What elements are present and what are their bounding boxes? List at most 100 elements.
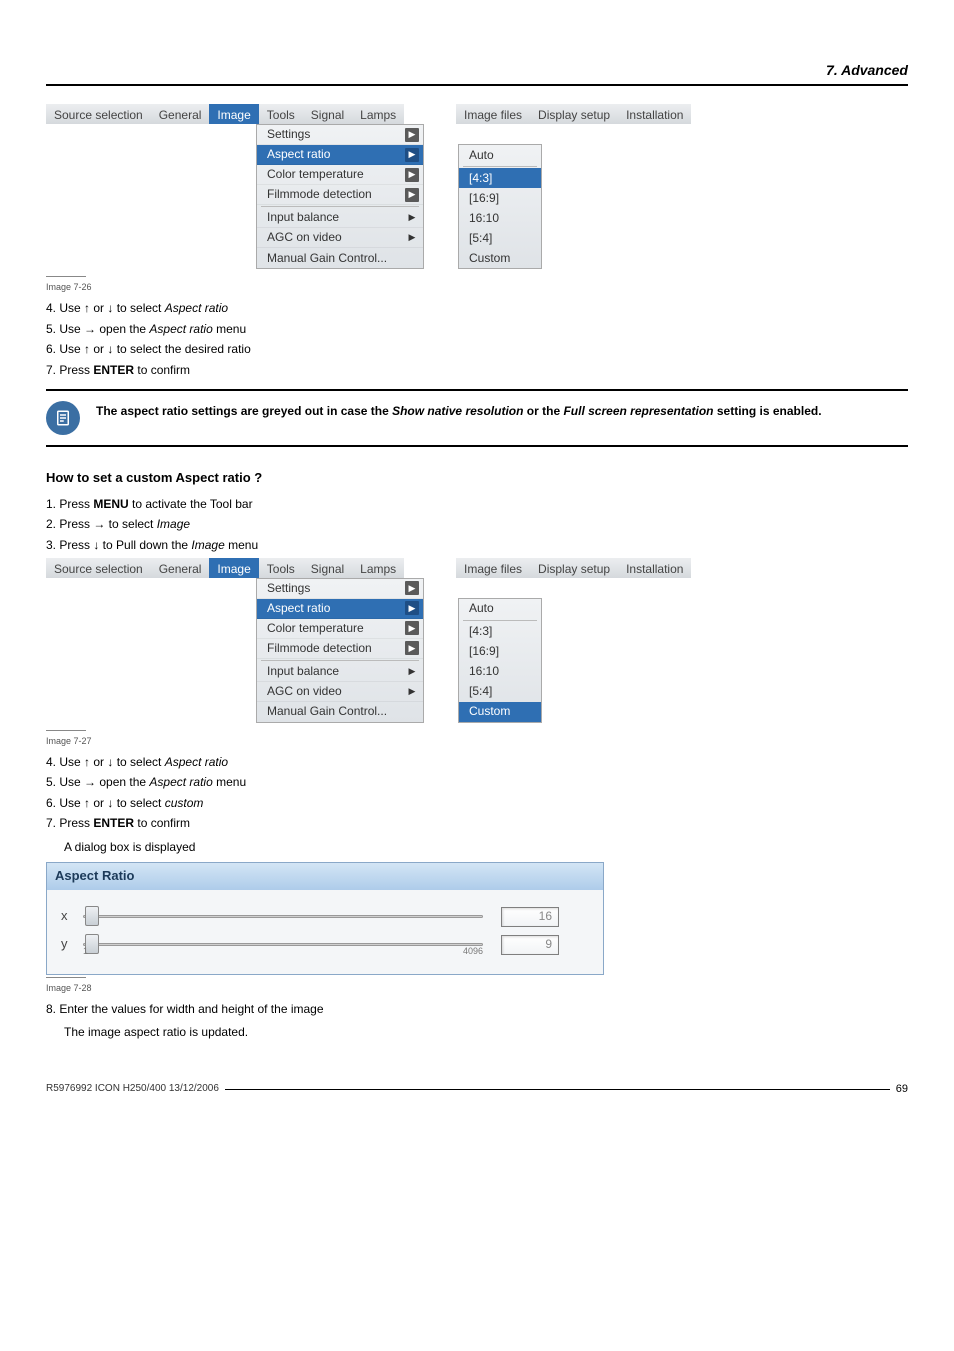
ar-5-4[interactable]: [5:4] <box>459 228 541 248</box>
slider-thumb-icon[interactable] <box>85 906 99 926</box>
menu-display-setup[interactable]: Display setup <box>530 104 618 124</box>
dd-manual-gain[interactable]: Manual Gain Control... <box>257 702 423 722</box>
step-5-ital: Aspect ratio <box>149 322 212 336</box>
bstep-7-bold: ENTER <box>93 816 134 830</box>
chevron-right-icon: ▶ <box>405 148 419 162</box>
steps-after-dialog: 8. Enter the values for width and height… <box>46 1001 908 1042</box>
dd-settings[interactable]: Settings▶ <box>257 579 423 599</box>
chevron-right-icon: ▶ <box>405 581 419 595</box>
step-6: 6. Use ↑ or ↓ to select the desired rati… <box>46 342 251 356</box>
dd-color-temp[interactable]: Color temperature▶ <box>257 165 423 185</box>
dd-filmmode-label: Filmmode detection <box>267 186 372 203</box>
dd-aspect-label: Aspect ratio <box>267 600 330 617</box>
menu-lamps[interactable]: Lamps <box>352 104 404 124</box>
menu-display-setup[interactable]: Display setup <box>530 558 618 578</box>
menu-image[interactable]: Image <box>209 558 258 578</box>
dd-filmmode-label: Filmmode detection <box>267 640 372 657</box>
ar-16-9[interactable]: [16:9] <box>459 642 541 662</box>
dd-agc[interactable]: AGC on video▶ <box>257 228 423 248</box>
step-4: 4. Use ↑ or ↓ to select <box>46 301 161 315</box>
menu-general[interactable]: General <box>151 558 210 578</box>
dd-filmmode[interactable]: Filmmode detection ▶ <box>257 185 423 205</box>
page-header-title: 7. Advanced <box>46 60 908 80</box>
note-block: The aspect ratio settings are greyed out… <box>46 391 908 445</box>
aspect-ratio-submenu: Auto [4:3] [16:9] 16:10 [5:4] Custom <box>458 598 542 723</box>
dd-settings-label: Settings <box>267 126 310 143</box>
dd-settings[interactable]: Settings▶ <box>257 125 423 145</box>
bstep-7a: 7. Press <box>46 816 93 830</box>
dd-manual-gain[interactable]: Manual Gain Control... <box>257 248 423 268</box>
screenshot-726: Source selection General Image Tools Sig… <box>46 104 908 276</box>
cstep-3a: 3. Press ↓ to Pull down the <box>46 538 191 552</box>
caption-726: Image 7-26 <box>46 281 908 294</box>
ar-4-3[interactable]: [4:3] <box>459 622 541 642</box>
ar-16-9[interactable]: [16:9] <box>459 188 541 208</box>
dd-agc[interactable]: AGC on video▶ <box>257 682 423 702</box>
dd-aspect-ratio[interactable]: Aspect ratio▶ <box>257 599 423 619</box>
dd-color-temp-label: Color temperature <box>267 620 364 637</box>
dd-input-balance[interactable]: Input balance ▶ <box>257 662 423 682</box>
bstep-4-ital: Aspect ratio <box>165 755 228 769</box>
chevron-right-icon: ▶ <box>405 188 419 202</box>
dd-manual-gain-label: Manual Gain Control... <box>267 703 387 720</box>
note-icon <box>46 401 80 435</box>
image-dropdown: Settings▶ Aspect ratio▶ Color temperatur… <box>256 124 424 269</box>
dialog-title: Aspect Ratio <box>47 863 603 890</box>
ar-16-10[interactable]: 16:10 <box>459 208 541 228</box>
dd-agc-label: AGC on video <box>267 229 342 246</box>
caption-rule <box>46 276 86 277</box>
dd-input-balance-label: Input balance <box>267 663 339 680</box>
header-rule <box>46 84 908 86</box>
menu-signal[interactable]: Signal <box>303 558 352 578</box>
ar-4-3[interactable]: [4:3] <box>459 168 541 188</box>
dd-aspect-ratio[interactable]: Aspect ratio ▶ <box>257 145 423 165</box>
menu-general[interactable]: General <box>151 104 210 124</box>
menu-installation[interactable]: Installation <box>618 104 691 124</box>
ar-custom[interactable]: Custom <box>459 248 541 268</box>
menu-source-selection[interactable]: Source selection <box>46 558 151 578</box>
ar-auto[interactable]: Auto <box>459 599 541 619</box>
cstep-1-bold: MENU <box>93 497 128 511</box>
menu-signal[interactable]: Signal <box>303 104 352 124</box>
menu-image[interactable]: Image <box>209 104 258 124</box>
dd-color-temp[interactable]: Color temperature ▶ <box>257 619 423 639</box>
footer-page-number: 69 <box>896 1082 908 1098</box>
chevron-right-icon: ▶ <box>405 621 419 635</box>
caption-727: Image 7-27 <box>46 735 908 748</box>
menu-tools[interactable]: Tools <box>259 104 303 124</box>
dd-aspect-label: Aspect ratio <box>267 146 330 163</box>
ar-auto[interactable]: Auto <box>459 145 541 165</box>
dd-filmmode[interactable]: Filmmode detection▶ <box>257 639 423 659</box>
menu-image-files[interactable]: Image files <box>456 558 530 578</box>
ar-5-4[interactable]: [5:4] <box>459 682 541 702</box>
chevron-right-icon: ▶ <box>405 664 419 678</box>
menu-image-files[interactable]: Image files <box>456 104 530 124</box>
page-footer: R5976992 ICON H250/400 13/12/2006 69 <box>46 1082 908 1098</box>
section-heading: How to set a custom Aspect ratio ? <box>46 469 908 488</box>
step-7a: 7. Press <box>46 363 93 377</box>
menu-tools[interactable]: Tools <box>259 558 303 578</box>
step-4-ital: Aspect ratio <box>165 301 228 315</box>
step-7b: to confirm <box>134 363 190 377</box>
chevron-right-icon: ▶ <box>405 211 419 225</box>
step-7-bold: ENTER <box>93 363 134 377</box>
bstep-5b: menu <box>213 775 246 789</box>
cstep-2-ital: Image <box>157 517 190 531</box>
y-slider[interactable]: 1 4096 <box>83 934 483 956</box>
caption-728: Image 7-28 <box>46 982 908 995</box>
ar-custom[interactable]: Custom <box>459 702 541 722</box>
x-slider[interactable] <box>83 906 483 928</box>
cstep-3-ital: Image <box>191 538 224 552</box>
menu-source-selection[interactable]: Source selection <box>46 104 151 124</box>
ar-16-10[interactable]: 16:10 <box>459 662 541 682</box>
dd-manual-gain-label: Manual Gain Control... <box>267 250 387 267</box>
dd-input-balance[interactable]: Input balance▶ <box>257 208 423 228</box>
bstep-4: 4. Use ↑ or ↓ to select <box>46 755 165 769</box>
menu-installation[interactable]: Installation <box>618 558 691 578</box>
bstep-5a: 5. Use → open the <box>46 775 149 789</box>
y-value-field[interactable]: 9 <box>501 935 559 955</box>
x-value-field[interactable]: 16 <box>501 907 559 927</box>
cstep-1b: to activate the Tool bar <box>129 497 253 511</box>
dstep-8-sub: The image aspect ratio is updated. <box>64 1024 908 1041</box>
menu-lamps[interactable]: Lamps <box>352 558 404 578</box>
